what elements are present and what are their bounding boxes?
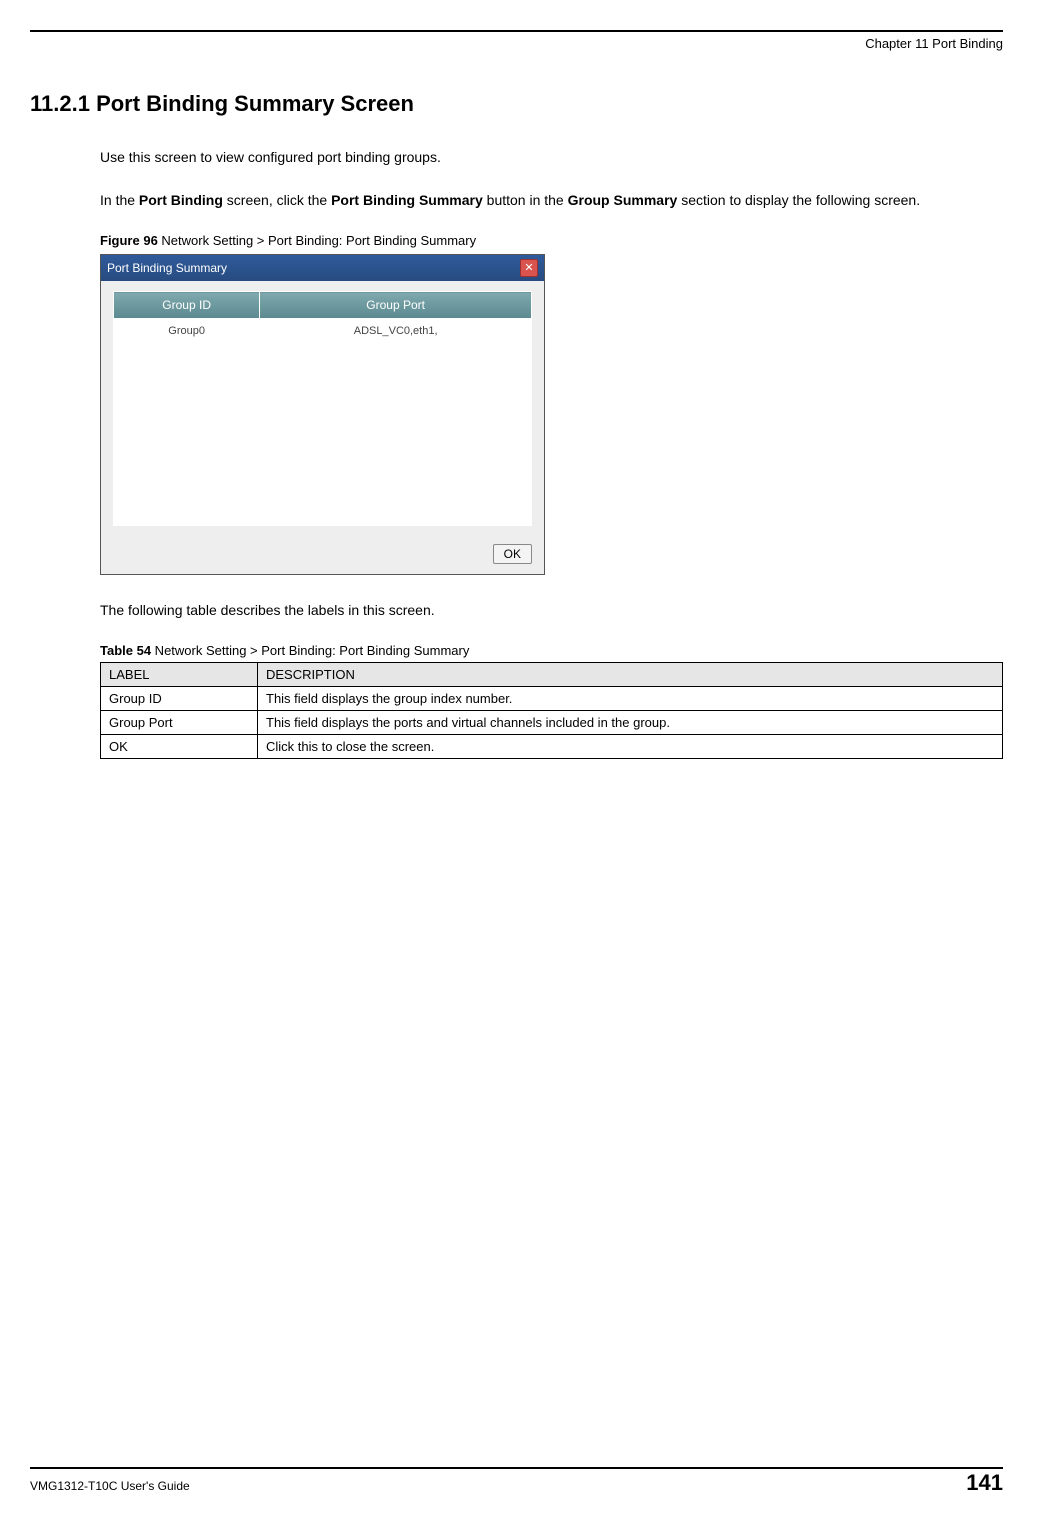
- chapter-label: Chapter 11 Port Binding: [30, 36, 1003, 51]
- description-table: LABEL DESCRIPTION Group ID This field di…: [100, 662, 1003, 759]
- p2-bold-2: Port Binding Summary: [331, 192, 483, 208]
- row-desc: This field displays the group index numb…: [258, 687, 1003, 711]
- page-container: Chapter 11 Port Binding 11.2.1 Port Bind…: [0, 0, 1063, 1524]
- footer-rule: [30, 1467, 1003, 1469]
- dialog-footer: OK: [101, 536, 544, 574]
- table-text: Network Setting > Port Binding: Port Bin…: [151, 643, 469, 658]
- row-label: Group Port: [101, 711, 258, 735]
- ok-button[interactable]: OK: [493, 544, 532, 564]
- figure-number: Figure 96: [100, 233, 158, 248]
- row-label: OK: [101, 735, 258, 759]
- dialog-cell-group-id: Group0: [114, 319, 260, 344]
- desc-header-description: DESCRIPTION: [258, 663, 1003, 687]
- dialog-table: Group ID Group Port Group0 ADSL_VC0,eth1…: [113, 291, 532, 343]
- row-label: Group ID: [101, 687, 258, 711]
- dialog-col-group-id: Group ID: [114, 292, 260, 319]
- intro-paragraph-2: In the Port Binding screen, click the Po…: [100, 190, 1003, 211]
- footer-page-number: 141: [966, 1470, 1003, 1496]
- section-heading: 11.2.1 Port Binding Summary Screen: [30, 91, 1003, 117]
- footer-guide-name: VMG1312-T10C User's Guide: [30, 1479, 190, 1493]
- p2-text-g: section to display the following screen.: [677, 192, 920, 208]
- desc-header-label: LABEL: [101, 663, 258, 687]
- table-caption: Table 54 Network Setting > Port Binding:…: [100, 643, 1003, 658]
- table-row: OK Click this to close the screen.: [101, 735, 1003, 759]
- row-desc: Click this to close the screen.: [258, 735, 1003, 759]
- row-desc: This field displays the ports and virtua…: [258, 711, 1003, 735]
- footer-row: VMG1312-T10C User's Guide 141: [30, 1470, 1003, 1496]
- dialog-cell-group-port: ADSL_VC0,eth1,: [260, 319, 532, 344]
- dialog-titlebar: Port Binding Summary ✕: [101, 255, 544, 281]
- p2-text-e: button in the: [483, 192, 568, 208]
- table-number: Table 54: [100, 643, 151, 658]
- p2-bold-1: Port Binding: [139, 192, 223, 208]
- table-row: Group ID This field displays the group i…: [101, 687, 1003, 711]
- table-intro-paragraph: The following table describes the labels…: [100, 600, 1003, 621]
- figure-caption: Figure 96 Network Setting > Port Binding…: [100, 233, 1003, 248]
- table-row: Group Port This field displays the ports…: [101, 711, 1003, 735]
- dialog-box: Port Binding Summary ✕ Group ID Group Po…: [100, 254, 545, 575]
- figure-text: Network Setting > Port Binding: Port Bin…: [158, 233, 476, 248]
- dialog-body: Group ID Group Port Group0 ADSL_VC0,eth1…: [113, 291, 532, 526]
- p2-text-a: In the: [100, 192, 139, 208]
- dialog-table-row: Group0 ADSL_VC0,eth1,: [114, 319, 532, 344]
- p2-text-c: screen, click the: [223, 192, 331, 208]
- dialog-title: Port Binding Summary: [107, 261, 227, 275]
- intro-paragraph-1: Use this screen to view configured port …: [100, 147, 1003, 168]
- desc-header-row: LABEL DESCRIPTION: [101, 663, 1003, 687]
- close-icon[interactable]: ✕: [520, 259, 538, 277]
- dialog-table-header-row: Group ID Group Port: [114, 292, 532, 319]
- p2-bold-3: Group Summary: [568, 192, 678, 208]
- dialog-col-group-port: Group Port: [260, 292, 532, 319]
- header-rule: [30, 30, 1003, 32]
